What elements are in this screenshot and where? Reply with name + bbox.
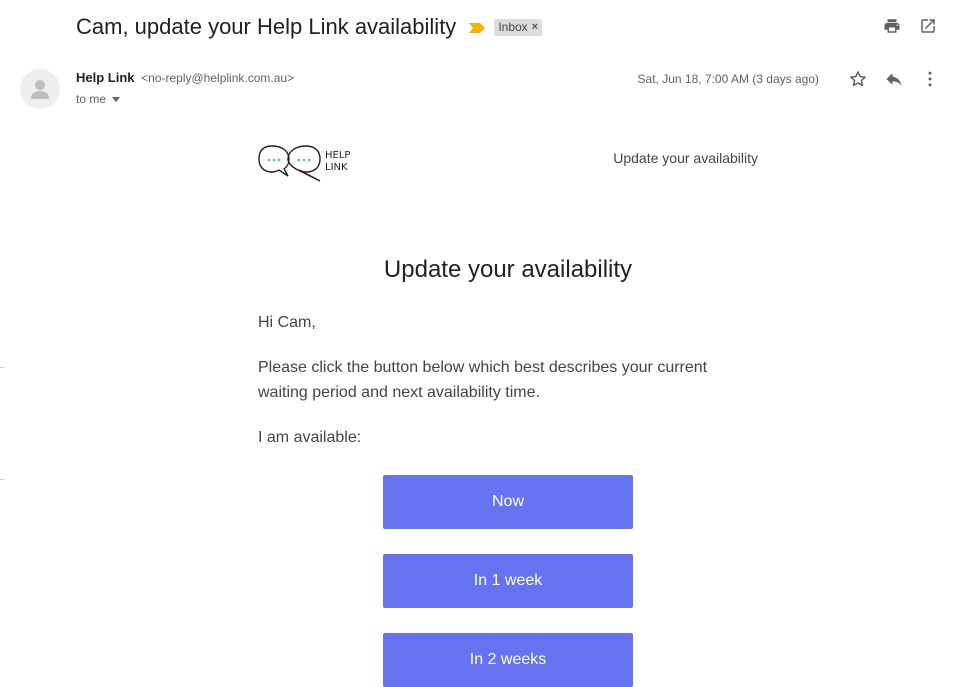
left-edge-divider (0, 367, 4, 368)
update-availability-link[interactable]: Update your availability (613, 150, 758, 166)
email-subject: Cam, update your Help Link availability (76, 14, 457, 39)
message-actions (848, 69, 940, 89)
available-now-button[interactable]: Now (383, 475, 633, 529)
inbox-label-text: Inbox (498, 20, 528, 34)
recipient-details-toggle[interactable]: to me (76, 92, 121, 106)
thread-actions (882, 16, 938, 36)
logo-text-link: LINK (325, 162, 348, 173)
sender-email: <no-reply@helplink.com.au> (141, 71, 295, 85)
email-heading: Update your availability (383, 256, 633, 283)
help-link-logo[interactable]: HELP LINK (258, 138, 358, 189)
email-body: HELP LINK Update your availability Updat… (258, 130, 758, 687)
body-text-line-2: waiting period and next availability tim… (258, 384, 540, 401)
available-in-1-week-button[interactable]: In 1 week (383, 554, 633, 608)
reply-icon[interactable] (884, 69, 904, 89)
available-in-2-weeks-button[interactable]: In 2 weeks (383, 633, 633, 687)
sender-avatar[interactable] (20, 69, 60, 109)
sender-line: Help Link <no-reply@helplink.com.au> (76, 70, 294, 85)
greeting-text: Hi Cam, (258, 314, 316, 331)
person-icon (31, 80, 49, 99)
logo-text-help: HELP (325, 150, 350, 161)
availability-prompt: I am available: (258, 429, 362, 446)
importance-marker-icon[interactable] (468, 21, 486, 33)
message-date: Sat, Jun 18, 7:00 AM (3 days ago) (637, 72, 819, 86)
inbox-label-chip: Inbox × (494, 18, 543, 36)
body-text-line-1: Please click the button below which best… (258, 359, 708, 376)
email-header: HELP LINK Update your availability (258, 130, 758, 190)
left-edge-divider (0, 479, 4, 480)
recipient-text: to me (76, 92, 107, 106)
star-icon[interactable] (848, 69, 868, 89)
print-icon[interactable] (882, 16, 902, 36)
chevron-down-icon (112, 96, 121, 102)
remove-label-button[interactable]: × (532, 21, 538, 33)
more-vertical-icon[interactable] (920, 69, 940, 89)
subject-row: Cam, update your Help Link availability … (76, 12, 543, 42)
sender-name[interactable]: Help Link (76, 70, 135, 85)
open-in-new-window-icon[interactable] (918, 16, 938, 36)
